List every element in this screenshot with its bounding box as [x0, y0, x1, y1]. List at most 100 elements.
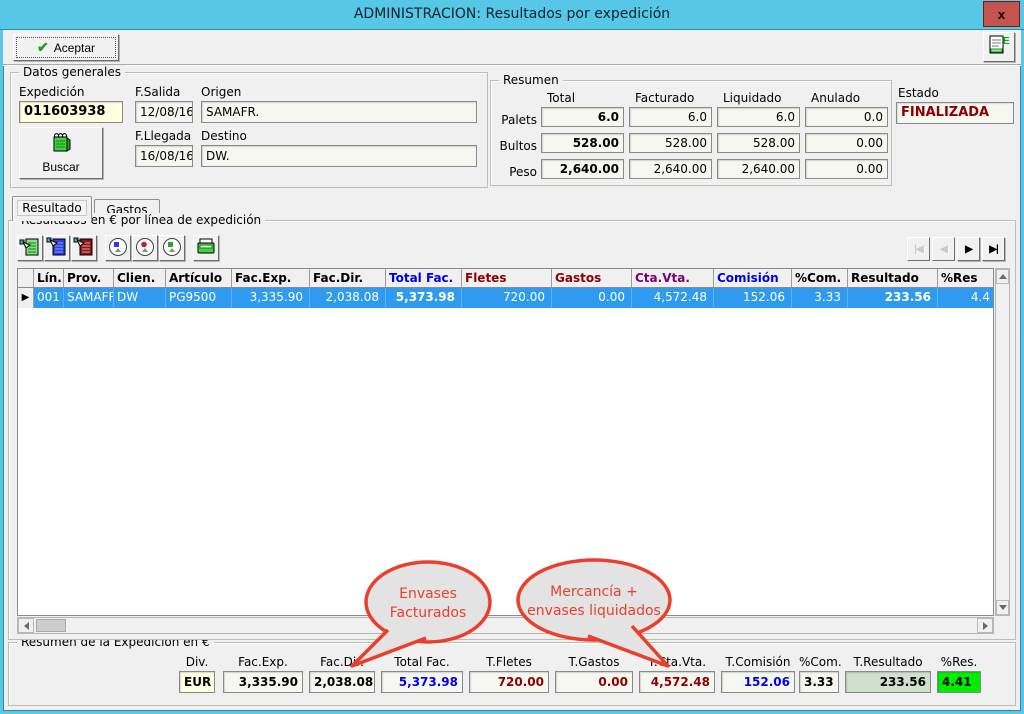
delete-line-button[interactable] [71, 235, 97, 261]
nav-last-button[interactable]: ▶| [982, 237, 1005, 261]
col-header-resultado[interactable]: Resultado [848, 269, 938, 287]
fsalida-field[interactable]: 12/08/16 [135, 101, 193, 123]
tab-resultado[interactable]: Resultado [12, 196, 92, 221]
palets-anulado: 0.0 [805, 107, 888, 127]
facdir-label: Fac.Dir. [309, 655, 375, 669]
aceptar-label: Aceptar [54, 41, 95, 55]
grid-data-row[interactable]: ▶ 001 SAMAFR DW PG9500 3,335.90 2,038.08… [18, 288, 993, 308]
cell-facdir[interactable]: 2,038.08 [310, 288, 386, 308]
resumen-col-total: Total [547, 91, 575, 105]
origen-field[interactable]: SAMAFR. [201, 101, 477, 123]
close-button[interactable]: x [983, 1, 1020, 27]
col-header-totalfac[interactable]: Total Fac. [386, 269, 462, 287]
col-header-facexp[interactable]: Fac.Exp. [232, 269, 310, 287]
col-header-gastos[interactable]: Gastos [552, 269, 632, 287]
destino-field[interactable]: DW. [201, 145, 477, 167]
resumen-col-facturado: Facturado [635, 91, 694, 105]
grid-horizontal-scrollbar[interactable] [17, 617, 994, 634]
doc-hand-green-icon [19, 236, 41, 261]
nav-next-button[interactable]: ▶ [957, 237, 980, 261]
doc-hand-blue-icon [46, 236, 68, 261]
scroll-left-button[interactable] [18, 618, 34, 633]
col-header-pres[interactable]: %Res [938, 269, 994, 287]
col-header-comision[interactable]: Comisión [714, 269, 792, 287]
cell-ctavta[interactable]: 4,572.48 [632, 288, 714, 308]
print-report-button[interactable]: E [983, 32, 1015, 62]
svg-text:E: E [1003, 36, 1010, 47]
doc-hand-red-icon [73, 236, 95, 261]
tgastos-label: T.Gastos [555, 655, 633, 669]
chart-blue-button[interactable] [105, 235, 131, 261]
add-line-button[interactable] [17, 235, 43, 261]
destino-label: Destino [201, 129, 247, 143]
app-window: ADMINISTRACION: Resultados por expedició… [0, 0, 1024, 714]
edit-line-button[interactable] [44, 235, 70, 261]
tcomision-label: T.Comisión [721, 655, 795, 669]
scroll-down-icon [999, 605, 1007, 610]
fsalida-label: F.Salida [135, 85, 180, 99]
pcom-value: 3.33 [799, 671, 839, 693]
scroll-up-button[interactable] [996, 269, 1009, 284]
peso-anulado: 0.00 [805, 159, 888, 179]
main-toolbar: ✔ Aceptar E [3, 30, 1021, 65]
row-selector-marker: ▶ [18, 288, 34, 308]
resumen-col-anulado: Anulado [811, 91, 860, 105]
bultos-label: Bultos [491, 139, 537, 153]
cell-pres[interactable]: 4.4 [938, 288, 994, 308]
palets-label: Palets [491, 113, 537, 127]
cell-clien[interactable]: DW [114, 288, 166, 308]
fllegada-field[interactable]: 16/08/16 [135, 145, 193, 167]
tab-resultado-label: Resultado [17, 200, 87, 216]
hscroll-thumb[interactable] [36, 619, 66, 632]
grid-vertical-scrollbar[interactable] [995, 268, 1010, 616]
window-title: ADMINISTRACION: Resultados por expedició… [0, 6, 1024, 22]
cell-fletes[interactable]: 720.00 [462, 288, 552, 308]
pie-blue-icon [107, 236, 129, 261]
tresultado-value: 233.56 [845, 671, 931, 693]
col-header-clien[interactable]: Clien. [114, 269, 166, 287]
results-grid: Lín. Prov. Clien. Artículo Fac.Exp. Fac.… [17, 268, 994, 616]
scroll-down-button[interactable] [996, 600, 1009, 615]
nav-first-button[interactable]: |◀ [907, 237, 930, 261]
tctavta-value: 4,572.48 [639, 671, 715, 693]
buscar-button[interactable]: Buscar [19, 127, 103, 179]
row-selector-header [18, 269, 34, 287]
pie-green-icon [161, 236, 183, 261]
print-grid-button[interactable] [193, 235, 219, 261]
col-header-pcom[interactable]: %Com. [792, 269, 848, 287]
col-header-lin[interactable]: Lín. [34, 269, 64, 287]
scroll-left-icon [24, 622, 29, 630]
tresultado-label: T.Resultado [845, 655, 931, 669]
cell-prov[interactable]: SAMAFR [64, 288, 114, 308]
expedicion-field[interactable]: 011603938 [19, 101, 123, 123]
peso-liquidado: 2,640.00 [717, 159, 800, 179]
cell-totalfac[interactable]: 5,373.98 [386, 288, 462, 308]
facexp-label: Fac.Exp. [223, 655, 303, 669]
div-value: EUR [179, 671, 215, 693]
col-header-prov[interactable]: Prov. [64, 269, 114, 287]
chart-green-button[interactable] [159, 235, 185, 261]
col-header-articulo[interactable]: Artículo [166, 269, 232, 287]
scroll-right-button[interactable] [977, 618, 993, 633]
estado-label: Estado [898, 86, 939, 100]
pcom-label: %Com. [799, 655, 839, 669]
tcomision-value: 152.06 [721, 671, 795, 693]
printer-icon [195, 237, 217, 260]
cell-facexp[interactable]: 3,335.90 [232, 288, 310, 308]
cell-comision[interactable]: 152.06 [714, 288, 792, 308]
bultos-anulado: 0.00 [805, 133, 888, 153]
cell-resultado[interactable]: 233.56 [848, 288, 938, 308]
col-header-ctavta[interactable]: Cta.Vta. [632, 269, 714, 287]
nav-prev-button[interactable]: ◀ [932, 237, 955, 261]
pres-label: %Res. [937, 655, 981, 669]
buscar-label: Buscar [42, 160, 79, 174]
facexp-value: 3,335.90 [223, 671, 303, 693]
aceptar-button[interactable]: ✔ Aceptar [13, 34, 119, 61]
col-header-fletes[interactable]: Fletes [462, 269, 552, 287]
cell-lin[interactable]: 001 [34, 288, 64, 308]
cell-pcom[interactable]: 3.33 [792, 288, 848, 308]
chart-red-button[interactable] [132, 235, 158, 261]
cell-articulo[interactable]: PG9500 [166, 288, 232, 308]
col-header-facdir[interactable]: Fac.Dir. [310, 269, 386, 287]
cell-gastos[interactable]: 0.00 [552, 288, 632, 308]
